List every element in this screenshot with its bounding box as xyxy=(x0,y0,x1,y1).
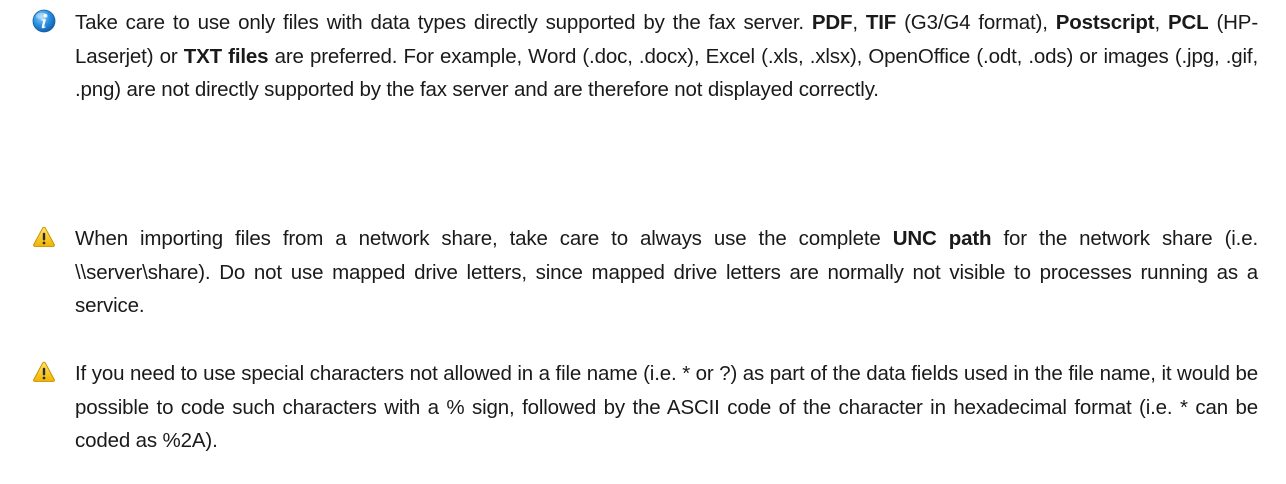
info-note-text: Take care to use only files with data ty… xyxy=(75,6,1258,107)
text-run: , xyxy=(852,11,866,34)
text-run: , xyxy=(1154,11,1168,34)
info-icon xyxy=(32,9,56,33)
text-run: When importing files from a network shar… xyxy=(75,227,893,250)
bold-term: Postscript xyxy=(1055,11,1155,34)
text-run: Take care to use only files with data ty… xyxy=(75,11,812,34)
warning-icon xyxy=(33,361,55,382)
bold-term: TIF xyxy=(865,11,897,34)
warning-note-unc-text: When importing files from a network shar… xyxy=(75,222,1258,323)
warning-note-special-chars-text: If you need to use special characters no… xyxy=(75,357,1258,458)
text-run: If you need to use special characters no… xyxy=(75,362,1258,452)
text-run: (G3/G4 format), xyxy=(896,11,1056,34)
bold-term: PCL xyxy=(1167,11,1209,34)
warning-icon xyxy=(33,226,55,247)
bold-term: TXT files xyxy=(183,44,269,68)
bold-term: UNC path xyxy=(892,227,992,250)
bold-term: PDF xyxy=(811,11,853,34)
